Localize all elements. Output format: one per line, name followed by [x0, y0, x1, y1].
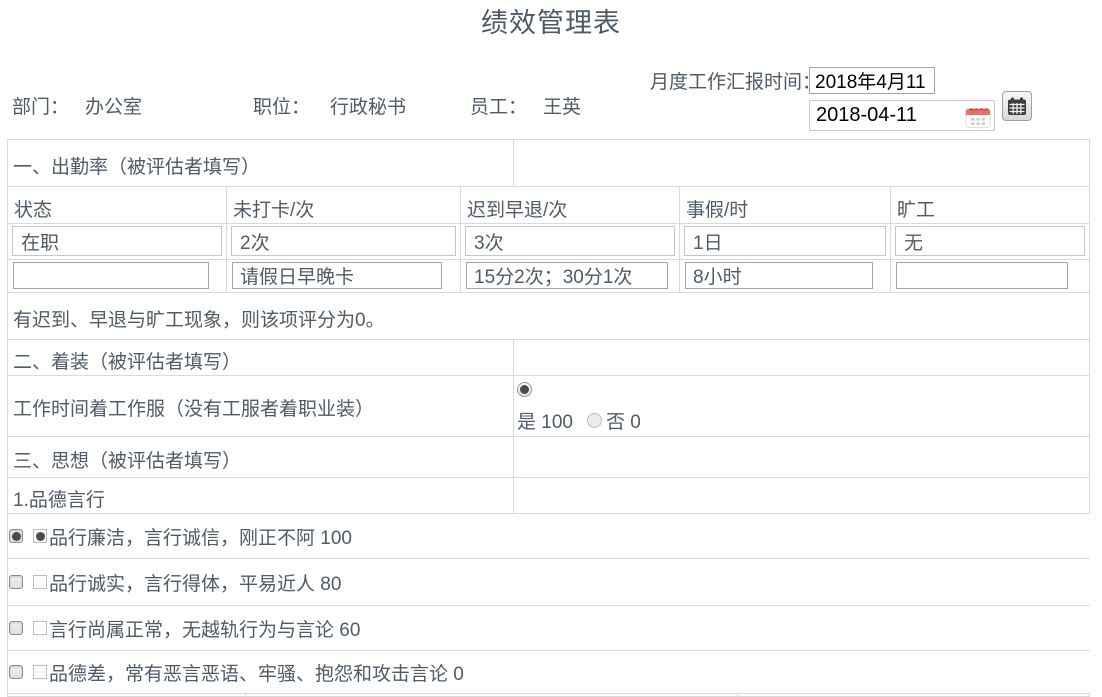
form-header: 部门： 办公室 职位： 行政秘书 员工： 王英 月度工作汇报时间： — [0, 46, 1102, 139]
empty-cell — [514, 340, 1090, 375]
absenteeism-value-field[interactable] — [895, 226, 1085, 256]
attendance-values-row — [8, 224, 1090, 260]
empty-cell — [514, 478, 1090, 513]
section-dress-row: 二、着装（被评估者填写） — [8, 340, 1090, 376]
option-label: 品德差，常有恶言恶语、牢骚、抱怨和攻击言论 0 — [49, 659, 464, 686]
attendance-note: 有迟到、早退与旷工现象，则该项评分为0。 — [8, 293, 1090, 339]
employee-value: 王英 — [543, 92, 581, 119]
attendance-inputs-row — [8, 260, 1090, 293]
checkbox-option-4-a[interactable] — [9, 665, 23, 679]
checkbox-option-2-a[interactable] — [9, 575, 23, 589]
calendar-picker-button[interactable] — [1002, 91, 1032, 121]
report-date-field[interactable] — [809, 100, 995, 131]
department-value: 办公室 — [85, 92, 142, 119]
option-label: 品行诚实，言行得体，平易近人 80 — [49, 569, 341, 596]
checkbox-option-3-a[interactable] — [9, 621, 23, 635]
section-attendance-heading: 一、出勤率（被评估者填写） — [8, 140, 514, 186]
position-value: 行政秘书 — [330, 92, 406, 119]
status-note-input[interactable] — [13, 262, 209, 289]
option-label: 品行廉洁，言行诚信，刚正不阿 100 — [49, 523, 352, 550]
report-date-input[interactable] — [810, 101, 962, 130]
missed-punch-value-field[interactable] — [231, 226, 456, 256]
late-early-note-input[interactable] — [466, 262, 668, 289]
radio-no-label: 否 0 — [606, 407, 641, 434]
absenteeism-note-input[interactable] — [896, 262, 1068, 289]
empty-cell — [514, 140, 1090, 186]
empty-cell — [514, 437, 1090, 477]
personal-leave-value-field[interactable] — [684, 226, 886, 256]
page-title: 绩效管理表 — [0, 6, 1102, 40]
report-time-text-input[interactable] — [809, 67, 935, 94]
status-value-field[interactable] — [12, 226, 222, 256]
col-personal-leave: 事假/时 — [680, 187, 891, 223]
late-early-value-field[interactable] — [465, 226, 675, 256]
calendar-icon — [1007, 97, 1027, 116]
position-label: 职位： — [253, 92, 310, 119]
col-late-early: 迟到早退/次 — [461, 187, 680, 223]
section-attendance-row: 一、出勤率（被评估者填写） — [8, 140, 1090, 187]
radio-no[interactable] — [587, 413, 602, 428]
empty-cell — [738, 694, 1090, 696]
section-dress-heading: 二、着装（被评估者填写） — [8, 340, 514, 375]
empty-cell — [246, 694, 738, 696]
calendar-icon[interactable] — [965, 104, 991, 129]
thought-option-row: 品行廉洁，言行诚信，刚正不阿 100 — [8, 514, 1090, 559]
thought-option-row: 言行尚属正常，无越轨行为与言论 60 — [8, 606, 1090, 651]
attendance-header-row: 状态 未打卡/次 迟到早退/次 事假/时 旷工 — [8, 187, 1090, 224]
thought-subheading: 1.品德言行 — [8, 478, 514, 513]
employee-label: 员工： — [470, 92, 527, 119]
checkbox-option-1-b[interactable] — [33, 529, 47, 543]
department-label: 部门： — [12, 92, 69, 119]
empty-cell — [8, 694, 246, 696]
report-time-label: 月度工作汇报时间： — [650, 69, 776, 97]
thought-option-row: 品德差，常有恶言恶语、牢骚、抱怨和攻击言论 0 — [8, 651, 1090, 694]
attendance-note-row: 有迟到、早退与旷工现象，则该项评分为0。 — [8, 293, 1090, 340]
radio-yes[interactable] — [517, 382, 532, 397]
performance-table: 一、出勤率（被评估者填写） 状态 未打卡/次 迟到早退/次 事假/时 旷工 有迟… — [7, 139, 1090, 697]
checkbox-option-3-b[interactable] — [33, 621, 47, 635]
missed-punch-note-input[interactable] — [232, 262, 442, 289]
checkbox-option-1-a[interactable] — [9, 529, 23, 543]
section-thought-row: 三、思想（被评估者填写） — [8, 437, 1090, 478]
col-absenteeism: 旷工 — [891, 187, 1090, 223]
thought-option-row: 品行诚实，言行得体，平易近人 80 — [8, 559, 1090, 606]
personal-leave-note-input[interactable] — [685, 262, 873, 289]
dress-question-row: 工作时间着工作服（没有工服者着职业装） 是 100 否 0 — [8, 376, 1090, 437]
checkbox-option-4-b[interactable] — [33, 665, 47, 679]
radio-yes-label: 是 100 — [517, 407, 573, 434]
section-thought-heading: 三、思想（被评估者填写） — [8, 437, 514, 477]
col-status: 状态 — [8, 187, 227, 223]
checkbox-option-2-b[interactable] — [33, 575, 47, 589]
dress-answer-cell: 是 100 否 0 — [514, 376, 1090, 436]
option-label: 言行尚属正常，无越轨行为与言论 60 — [49, 615, 360, 642]
thought-subheading-row: 1.品德言行 — [8, 478, 1090, 514]
col-missed-punch: 未打卡/次 — [227, 187, 461, 223]
dress-question: 工作时间着工作服（没有工服者着职业装） — [8, 376, 514, 436]
